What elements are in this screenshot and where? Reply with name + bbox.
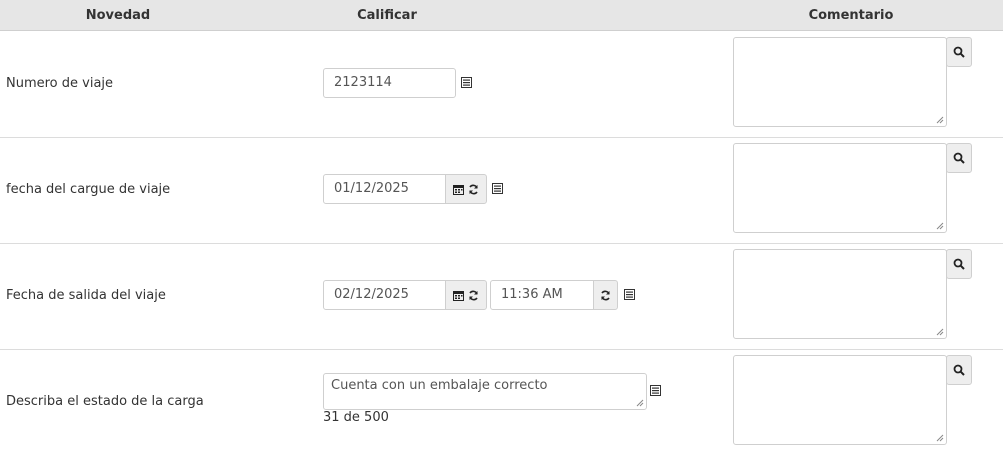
- refresh-icon[interactable]: [468, 290, 479, 301]
- list-icon[interactable]: [624, 289, 635, 300]
- row-label: Fecha de salida del viaje: [6, 288, 166, 303]
- cargo-state-text: Cuenta con un embalaje correcto: [331, 378, 548, 393]
- list-icon[interactable]: [461, 77, 472, 88]
- load-date-input[interactable]: 01/12/2025: [323, 174, 446, 204]
- resize-grip-icon[interactable]: [936, 222, 944, 230]
- row-label: Describa el estado de la carga: [6, 394, 204, 409]
- time-addon: [593, 280, 618, 310]
- evaluation-grid: Novedad Calificar Comentario Numero de v…: [0, 0, 1003, 451]
- row-label: Numero de viaje: [6, 76, 114, 91]
- refresh-icon[interactable]: [468, 184, 479, 195]
- comment-search-button[interactable]: [946, 355, 972, 385]
- comment-search-button[interactable]: [946, 37, 972, 67]
- resize-grip-icon[interactable]: [636, 399, 644, 407]
- calendar-icon[interactable]: [453, 184, 464, 195]
- header-comentario: Comentario: [808, 8, 894, 23]
- row-label: fecha del cargue de viaje: [6, 182, 171, 197]
- resize-grip-icon[interactable]: [936, 328, 944, 336]
- trip-number-input[interactable]: 2123114: [323, 68, 456, 98]
- departure-time-input[interactable]: 11:36 AM: [490, 280, 594, 310]
- comment-textarea[interactable]: [733, 143, 947, 233]
- date-addon: [445, 174, 487, 204]
- table-row: fecha del cargue de viaje 01/12/2025: [0, 138, 1003, 244]
- table-header: Novedad Calificar Comentario: [0, 0, 1003, 31]
- cargo-state-textarea[interactable]: Cuenta con un embalaje correcto: [323, 373, 647, 410]
- comment-search-button[interactable]: [946, 249, 972, 279]
- header-novedad: Novedad: [85, 8, 151, 23]
- search-icon: [953, 152, 965, 164]
- search-icon: [953, 364, 965, 376]
- table-row: Fecha de salida del viaje 02/12/2025 11:…: [0, 244, 1003, 350]
- list-icon[interactable]: [650, 385, 661, 396]
- comment-textarea[interactable]: [733, 37, 947, 127]
- departure-date-input[interactable]: 02/12/2025: [323, 280, 446, 310]
- comment-search-button[interactable]: [946, 143, 972, 173]
- comment-textarea[interactable]: [733, 355, 947, 445]
- calendar-icon[interactable]: [453, 290, 464, 301]
- date-addon: [445, 280, 487, 310]
- list-icon[interactable]: [492, 183, 503, 194]
- resize-grip-icon[interactable]: [936, 434, 944, 442]
- character-counter: 31 de 500: [323, 410, 389, 425]
- search-icon: [953, 258, 965, 270]
- table-row: Numero de viaje 2123114: [0, 31, 1003, 138]
- resize-grip-icon[interactable]: [936, 116, 944, 124]
- table-row: Describa el estado de la carga Cuenta co…: [0, 350, 1003, 451]
- header-calificar: Calificar: [357, 8, 417, 23]
- refresh-icon[interactable]: [600, 290, 611, 301]
- search-icon: [953, 46, 965, 58]
- comment-textarea[interactable]: [733, 249, 947, 339]
